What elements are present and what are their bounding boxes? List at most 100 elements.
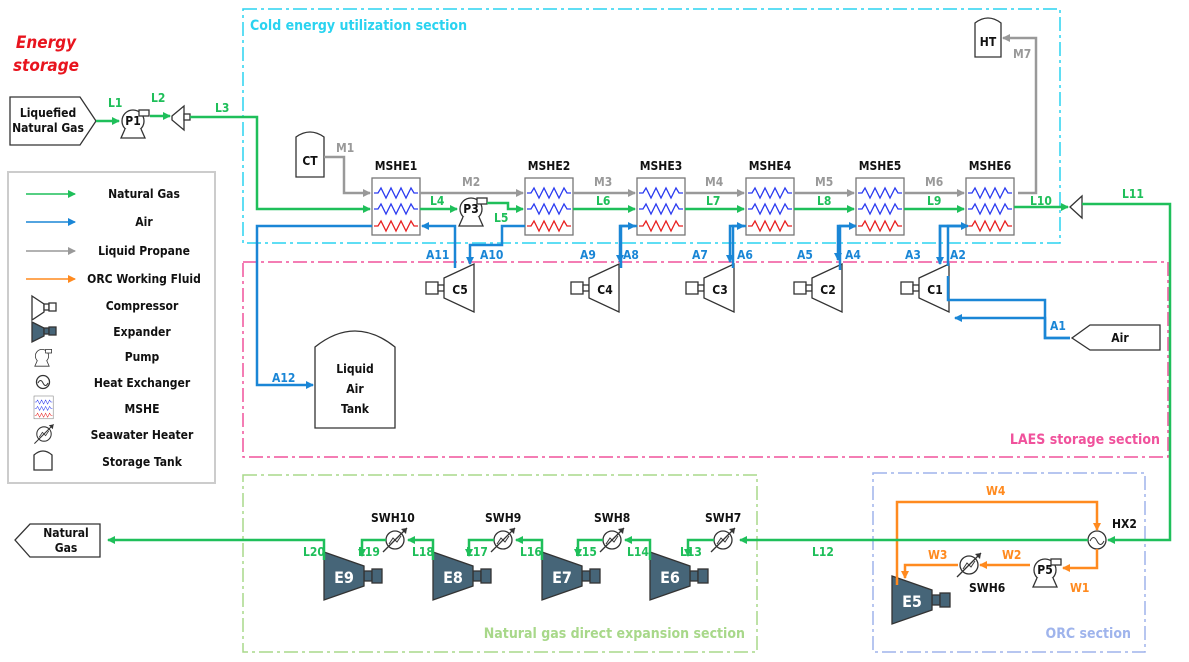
seawater-heater-swh8: SWH8 — [594, 511, 630, 553]
ngde-section-title: Natural gas direct expansion section — [484, 626, 745, 642]
svg-text:P5: P5 — [1037, 563, 1052, 577]
stream-L5: L5 — [494, 211, 508, 225]
stream-L8: L8 — [817, 194, 831, 208]
svg-text:C4: C4 — [597, 283, 613, 297]
stream-M1: M1 — [336, 141, 354, 155]
stream-A1: A1 — [1050, 319, 1066, 333]
stream-M6: M6 — [925, 175, 943, 189]
expander-e7: E7 — [541, 551, 601, 601]
svg-text:SWH7: SWH7 — [705, 511, 741, 525]
stream-M5: M5 — [815, 175, 833, 189]
expander-e6: E6 — [649, 551, 709, 601]
svg-text:E8: E8 — [443, 568, 463, 587]
stream-L17: L17 — [466, 545, 488, 559]
stream-L7: L7 — [706, 194, 720, 208]
stream-M7: M7 — [1013, 47, 1031, 61]
svg-text:MSHE2: MSHE2 — [528, 159, 570, 173]
ng-sink-label: Gas — [55, 541, 78, 555]
legend-label: ORC Working Fluid — [87, 272, 201, 286]
svg-text:MSHE3: MSHE3 — [640, 159, 682, 173]
compressor-c4: C4 — [570, 263, 620, 313]
svg-text:Liquid: Liquid — [336, 362, 373, 376]
orc-section-title: ORC section — [1046, 626, 1132, 642]
mshe6: MSHE6 — [965, 159, 1015, 236]
stream-W2: W2 — [1002, 548, 1021, 562]
svg-text:E6: E6 — [660, 568, 680, 587]
stream-L10: L10 — [1030, 194, 1052, 208]
svg-text:MSHE4: MSHE4 — [749, 159, 792, 173]
svg-text:CT: CT — [302, 154, 318, 168]
pump-p5: P5 — [1032, 558, 1062, 588]
svg-text:E7: E7 — [552, 568, 572, 587]
mshe-icon — [33, 395, 54, 420]
stream-L3: L3 — [215, 101, 229, 115]
expander-e8: E8 — [432, 551, 492, 601]
svg-text:MSHE6: MSHE6 — [969, 159, 1011, 173]
stream-A7: A7 — [692, 248, 708, 262]
svg-text:C2: C2 — [820, 283, 835, 297]
legend-label: Pump — [125, 350, 160, 364]
compressor-l10 — [1069, 194, 1083, 220]
legend-label: Heat Exchanger — [94, 376, 191, 390]
seawater-heater-swh6: SWH6 — [956, 552, 1005, 595]
svg-text:SWH9: SWH9 — [485, 511, 521, 525]
svg-text:C3: C3 — [712, 283, 727, 297]
svg-text:MSHE5: MSHE5 — [859, 159, 901, 173]
stream-L14: L14 — [627, 545, 649, 559]
stream-M4: M4 — [705, 175, 724, 189]
svg-text:SWH10: SWH10 — [371, 511, 415, 525]
stream-L20: L20 — [303, 545, 325, 559]
energy-storage-title-line2: storage — [13, 56, 79, 76]
stream-L4: L4 — [430, 194, 445, 208]
storage-tank-icon — [33, 450, 53, 471]
mshe3: MSHE3 — [636, 159, 686, 236]
hot-tank-ht: HT — [974, 17, 1002, 58]
air-source-label: Air — [1111, 331, 1129, 345]
stream-W4: W4 — [986, 484, 1006, 498]
mshe5: MSHE5 — [855, 159, 905, 236]
compressor-c3: C3 — [685, 263, 735, 313]
compressor-c2: C2 — [793, 263, 843, 313]
legend-label: Compressor — [106, 299, 179, 313]
stream-A6: A6 — [737, 248, 753, 262]
heat-exchanger-hx2: HX2 — [1087, 517, 1137, 550]
legend-label: Liquid Propane — [98, 244, 190, 258]
stream-W1: W1 — [1070, 581, 1089, 595]
stream-A2: A2 — [950, 248, 966, 262]
cold-tank-ct: CT — [295, 131, 325, 178]
svg-text:P1: P1 — [125, 114, 140, 128]
legend-label: Air — [135, 215, 153, 229]
stream-L18: L18 — [412, 545, 434, 559]
stream-M2: M2 — [462, 175, 480, 189]
pump-p1: P1 — [120, 109, 150, 139]
lng-source-label: Liquefied — [20, 106, 76, 120]
stream-A12: A12 — [272, 371, 295, 385]
svg-text:MSHE1: MSHE1 — [375, 159, 417, 173]
stream-A11: A11 — [426, 248, 449, 262]
compressor-c5: C5 — [425, 263, 475, 313]
legend-label: Expander — [113, 325, 171, 339]
stream-L1: L1 — [108, 96, 122, 110]
process-diagram: Energy storage Cold energy utilization s… — [7, 8, 1172, 653]
cold-section-title: Cold energy utilization section — [250, 18, 467, 34]
stream-L19: L19 — [358, 545, 380, 559]
energy-storage-title: Energy — [16, 33, 77, 53]
legend-label: MSHE — [125, 402, 160, 416]
stream-A10: A10 — [480, 248, 503, 262]
ng-sink-label: Natural — [43, 526, 88, 540]
svg-text:HT: HT — [980, 35, 997, 49]
pump-p3: P3 — [458, 197, 488, 227]
stream-W3: W3 — [928, 548, 947, 562]
heat-exchanger-icon — [35, 374, 51, 390]
stream-L12: L12 — [812, 545, 834, 559]
svg-text:Tank: Tank — [341, 402, 370, 416]
expander-e5: E5 — [891, 575, 951, 625]
mshe4: MSHE4 — [745, 159, 795, 236]
compressor-lng — [171, 104, 185, 132]
compressor-c1: C1 — [900, 263, 950, 313]
liquid-air-tank: Liquid Air Tank — [314, 330, 396, 429]
mshe1: MSHE1 — [371, 159, 421, 236]
seawater-heater-swh9: SWH9 — [485, 511, 521, 553]
seawater-heater-swh7: SWH7 — [705, 511, 741, 553]
svg-text:P3: P3 — [463, 202, 478, 216]
